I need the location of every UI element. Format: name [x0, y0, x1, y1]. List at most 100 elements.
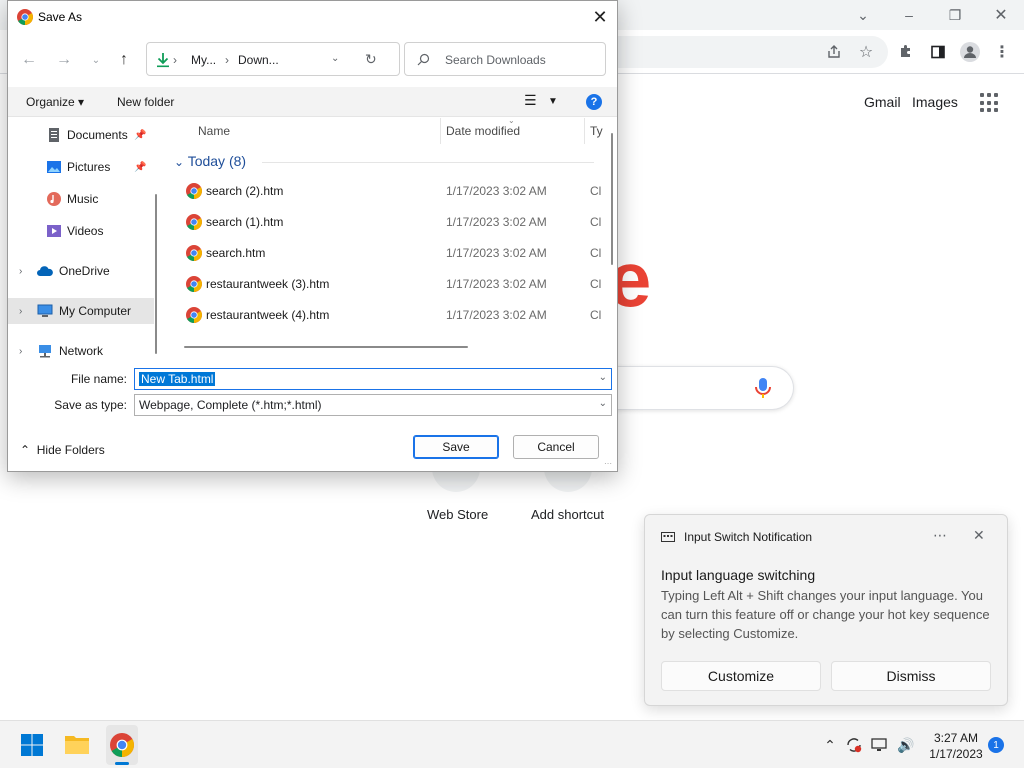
file-row[interactable]: restaurantweek (4).htm 1/17/2023 3:02 AM C…: [166, 302, 606, 328]
nav-pane-scrollbar[interactable]: [155, 194, 157, 354]
expand-chevron-icon[interactable]: ›: [19, 346, 22, 357]
search-placeholder: Search Downloads: [445, 53, 546, 67]
back-arrow-icon[interactable]: ←: [16, 47, 42, 73]
show-hidden-icons-chevron-icon[interactable]: ⌃: [820, 735, 840, 755]
file-row[interactable]: restaurantweek (3).htm 1/17/2023 3:02 AM C…: [166, 271, 606, 297]
documents-icon: [49, 128, 59, 142]
voice-search-icon[interactable]: [752, 376, 774, 400]
chrome-file-icon: [186, 214, 202, 230]
dialog-close-icon[interactable]: ✕: [583, 1, 617, 33]
file-name: restaurantweek (3).htm: [206, 277, 330, 291]
browser-menu-icon[interactable]: ⋮: [986, 36, 1018, 68]
extensions-icon[interactable]: [890, 36, 922, 68]
breadcrumb-separator-icon: ›: [173, 53, 177, 67]
organize-button[interactable]: Organize ▾: [26, 95, 84, 109]
nav-item-videos[interactable]: Videos: [8, 218, 154, 244]
file-explorer-icon[interactable]: [64, 732, 90, 761]
network-icon: [39, 345, 51, 358]
nav-item-documents[interactable]: Documents 📌: [8, 122, 154, 148]
file-date: 1/17/2023 3:02 AM: [446, 308, 547, 322]
column-header-date[interactable]: Date modified: [446, 124, 520, 138]
more-options-icon[interactable]: ⋯: [933, 527, 947, 544]
forward-arrow-icon[interactable]: →: [51, 47, 77, 73]
address-dropdown-icon[interactable]: ⌄: [331, 53, 339, 64]
side-panel-icon[interactable]: [922, 36, 954, 68]
column-separator[interactable]: [440, 118, 441, 144]
chrome-taskbar-button[interactable]: [106, 725, 138, 765]
file-row[interactable]: search (2).htm 1/17/2023 3:02 AM Cl: [166, 178, 606, 204]
file-name-row: File name: New Tab.html ⌄: [8, 368, 617, 390]
network-status-icon[interactable]: [870, 735, 890, 755]
column-header-type[interactable]: Ty: [590, 124, 603, 138]
save-as-dialog: Save As ✕ ← → ⌄ ↑ › My... › Down... ⌄ ↻ …: [7, 0, 618, 472]
view-options-icon[interactable]: ☰: [524, 92, 537, 109]
profile-avatar-icon[interactable]: [954, 36, 986, 68]
close-window-icon[interactable]: ✕: [978, 2, 1024, 28]
file-row[interactable]: search (1).htm 1/17/2023 3:02 AM Cl: [166, 209, 606, 235]
search-icon: [417, 53, 430, 66]
expand-chevron-icon[interactable]: ›: [19, 266, 22, 277]
customize-button[interactable]: Customize: [661, 661, 821, 691]
system-clock[interactable]: 3:27 AM 1/17/2023: [924, 730, 988, 762]
save-button[interactable]: Save: [413, 435, 499, 459]
file-list-vertical-scrollbar[interactable]: [611, 133, 613, 265]
windows-start-icon[interactable]: [20, 733, 44, 762]
dialog-title-bar[interactable]: Save As ✕: [8, 1, 617, 33]
file-name-dropdown-icon[interactable]: ⌄: [599, 372, 607, 383]
restore-icon[interactable]: ❐: [932, 2, 978, 28]
column-separator[interactable]: [584, 118, 585, 144]
breadcrumb-downloads[interactable]: Down...: [238, 53, 279, 67]
tab-search-icon[interactable]: ⌄: [840, 2, 886, 28]
nav-item-pictures[interactable]: Pictures 📌: [8, 154, 154, 180]
navigation-pane: Documents 📌 Pictures 📌 Music Videos › On…: [8, 118, 164, 358]
save-as-type-select[interactable]: Webpage, Complete (*.htm;*.html) ⌄: [134, 394, 612, 416]
file-type: Cl: [590, 184, 602, 198]
active-app-indicator: [115, 762, 129, 765]
dialog-footer: ⌃ Hide Folders Save Cancel: [8, 423, 617, 471]
minimize-icon[interactable]: –: [886, 2, 932, 28]
breadcrumb-my-computer[interactable]: My...: [191, 53, 216, 67]
file-name-input[interactable]: New Tab.html ⌄: [134, 368, 612, 390]
file-name: restaurantweek (4).htm: [206, 308, 330, 322]
search-downloads-input[interactable]: Search Downloads: [404, 42, 606, 76]
notification-close-icon[interactable]: ✕: [973, 527, 985, 544]
pin-icon: 📌: [134, 129, 147, 141]
expand-chevron-icon[interactable]: ›: [19, 306, 22, 317]
nav-item-onedrive[interactable]: › OneDrive: [8, 258, 154, 284]
file-row[interactable]: search.htm 1/17/2023 3:02 AM Cl: [166, 240, 606, 266]
google-apps-icon[interactable]: [980, 93, 1000, 113]
file-list-horizontal-scrollbar[interactable]: [184, 346, 468, 348]
share-icon[interactable]: [818, 36, 850, 68]
group-header[interactable]: ⌄ Today (8): [174, 153, 246, 169]
up-arrow-icon[interactable]: ↑: [111, 47, 137, 73]
address-bar[interactable]: › My... › Down... ⌄ ↻: [146, 42, 400, 76]
nav-item-network[interactable]: › Network: [8, 338, 154, 358]
navigation-row: ← → ⌄ ↑ › My... › Down... ⌄ ↻ Search Dow…: [8, 37, 617, 81]
breadcrumb-separator-icon: ›: [225, 53, 229, 67]
notification-count-badge[interactable]: 1: [988, 737, 1004, 753]
sync-error-icon[interactable]: [844, 735, 864, 755]
images-link[interactable]: Images: [912, 94, 958, 110]
refresh-icon[interactable]: ↻: [365, 51, 377, 68]
hide-folders-button[interactable]: ⌃ Hide Folders: [20, 443, 105, 457]
recent-locations-chevron-icon[interactable]: ⌄: [83, 47, 109, 73]
new-folder-button[interactable]: New folder: [117, 95, 174, 109]
file-type: Cl: [590, 246, 602, 260]
help-icon[interactable]: ?: [586, 94, 602, 110]
dismiss-button[interactable]: Dismiss: [831, 661, 991, 691]
nav-item-music[interactable]: Music: [8, 186, 154, 212]
save-as-type-dropdown-icon[interactable]: ⌄: [599, 398, 607, 409]
file-name-value: New Tab.html: [139, 372, 216, 386]
resize-grip-icon[interactable]: ⋯: [604, 459, 614, 469]
nav-item-my-computer[interactable]: › My Computer: [8, 298, 154, 324]
cancel-button[interactable]: Cancel: [513, 435, 599, 459]
column-header-name[interactable]: Name: [198, 124, 230, 138]
view-dropdown-icon[interactable]: ▼: [548, 96, 558, 107]
gmail-link[interactable]: Gmail: [864, 94, 901, 110]
save-as-type-value: Webpage, Complete (*.htm;*.html): [139, 398, 322, 412]
web-store-shortcut-label[interactable]: Web Store: [427, 507, 488, 522]
group-divider: [262, 162, 594, 163]
add-shortcut-label[interactable]: Add shortcut: [531, 507, 604, 522]
bookmark-star-icon[interactable]: ☆: [850, 36, 882, 68]
volume-icon[interactable]: 🔊: [896, 735, 916, 755]
